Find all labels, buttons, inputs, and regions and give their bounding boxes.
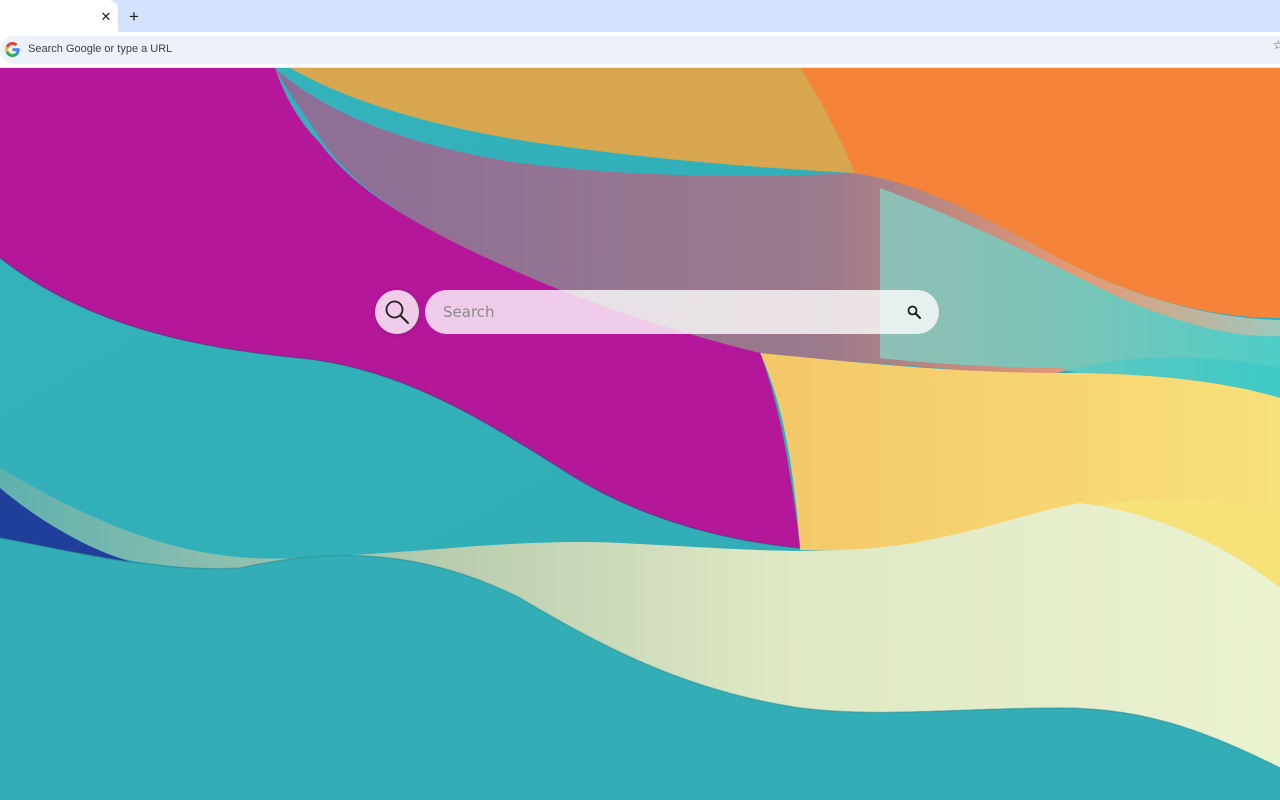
new-tab-page [0, 68, 1280, 800]
search-input[interactable] [443, 300, 883, 324]
new-tab-button[interactable]: + [124, 6, 144, 26]
search-icon [907, 305, 921, 319]
search-button[interactable] [905, 303, 923, 321]
tab-strip: ✕ + [0, 0, 1280, 32]
tab-title [10, 9, 90, 23]
search-box [425, 290, 939, 334]
bookmark-star-icon[interactable]: ☆ [1273, 38, 1280, 52]
address-bar-text: Search Google or type a URL [28, 43, 173, 55]
close-icon[interactable]: ✕ [97, 7, 115, 25]
active-tab[interactable]: ✕ [0, 0, 118, 32]
wallpaper-image [0, 68, 1280, 800]
google-g-icon [5, 42, 20, 57]
address-bar[interactable]: Search Google or type a URL [0, 36, 1280, 64]
search-logo[interactable] [375, 290, 419, 334]
toolbar: Search Google or type a URL ☆ [0, 32, 1280, 68]
magnifier-logo-icon [385, 300, 409, 324]
